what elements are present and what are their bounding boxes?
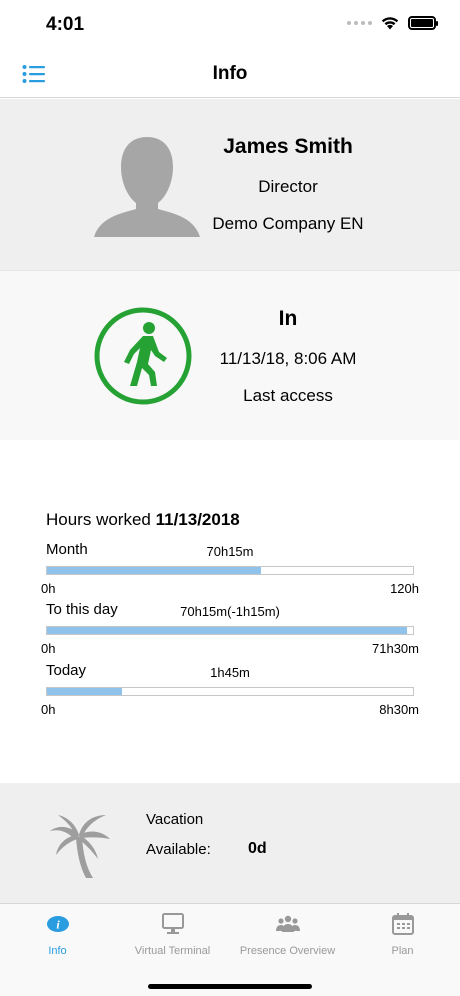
- palm-tree-icon: [50, 815, 110, 878]
- presence-timestamp: 11/13/18, 8:06 AM: [219, 349, 357, 368]
- progress-row-to-this-day: To this day 70h15m(-1h15m) 0h 71h30m: [0, 601, 460, 661]
- progress-value: 1h45m: [210, 665, 250, 680]
- walking-person-icon: [94, 307, 192, 405]
- cellular-signal-icon: [347, 20, 372, 25]
- monitor-icon: [161, 913, 184, 934]
- progress-max: 120h: [390, 581, 419, 596]
- user-company: Demo Company EN: [212, 214, 364, 233]
- progress-value: 70h15m(-1h15m): [180, 604, 280, 619]
- progress-min: 0h: [41, 702, 56, 717]
- vacation-card: Vacation Available: 0d: [0, 783, 460, 903]
- progress-max: 71h30m: [372, 641, 419, 656]
- hours-worked-label: Hours worked: [46, 510, 151, 529]
- status-time: 4:01: [46, 14, 85, 35]
- tab-presence-overview[interactable]: Presence Overview: [230, 912, 345, 968]
- presence-state: In: [278, 307, 298, 330]
- progress-bar: [46, 687, 414, 696]
- progress-fill: [47, 688, 123, 695]
- tab-label: Plan: [391, 945, 414, 957]
- tab-bar: i Info Virtual Terminal Presence Overvie…: [0, 903, 460, 996]
- tab-label: Virtual Terminal: [134, 945, 211, 957]
- vacation-available-value: 0d: [248, 840, 267, 857]
- progress-max: 8h30m: [379, 702, 419, 717]
- user-role: Director: [258, 177, 318, 196]
- navigation-bar: Info: [0, 50, 460, 98]
- progress-bar: [46, 566, 414, 575]
- tab-plan[interactable]: Plan: [345, 912, 460, 968]
- vacation-title: Vacation: [146, 811, 204, 828]
- tab-label: Presence Overview: [239, 945, 336, 957]
- status-bar: 4:01: [0, 0, 460, 50]
- info-icon: i: [46, 916, 69, 932]
- presence-card: In 11/13/18, 8:06 AM Last access: [0, 270, 460, 440]
- progress-fill: [47, 627, 407, 634]
- progress-min: 0h: [41, 581, 56, 596]
- calendar-icon: [391, 913, 414, 935]
- hours-worked-date: 11/13/2018: [155, 510, 240, 529]
- progress-fill: [47, 567, 262, 574]
- tab-info[interactable]: i Info: [0, 912, 115, 968]
- progress-label: Month: [46, 541, 88, 558]
- hours-worked-title: Hours worked 11/13/2018: [46, 510, 240, 530]
- avatar-placeholder-icon: [94, 137, 200, 237]
- progress-row-month: Month 70h15m 0h 120h: [0, 541, 460, 601]
- progress-min: 0h: [41, 641, 56, 656]
- wifi-icon: [381, 17, 399, 30]
- progress-label: Today: [46, 662, 87, 679]
- progress-value: 70h15m: [206, 544, 254, 559]
- presence-label: Last access: [243, 386, 333, 405]
- progress-row-today: Today 1h45m 0h 8h30m: [0, 662, 460, 722]
- progress-label: To this day: [46, 601, 118, 618]
- battery-icon: [408, 15, 438, 30]
- profile-card: James Smith Director Demo Company EN: [0, 99, 460, 270]
- vacation-available-label: Available:: [146, 841, 211, 858]
- user-name: James Smith: [223, 135, 353, 158]
- status-icons: [347, 15, 438, 30]
- progress-bar: [46, 626, 414, 635]
- page-title: Info: [212, 63, 248, 84]
- people-icon: [275, 915, 300, 932]
- home-indicator: [148, 984, 312, 989]
- tab-label: Info: [48, 945, 67, 957]
- tab-virtual-terminal[interactable]: Virtual Terminal: [115, 912, 230, 968]
- hours-worked-section: Hours worked 11/13/2018 Month 70h15m 0h …: [0, 440, 460, 783]
